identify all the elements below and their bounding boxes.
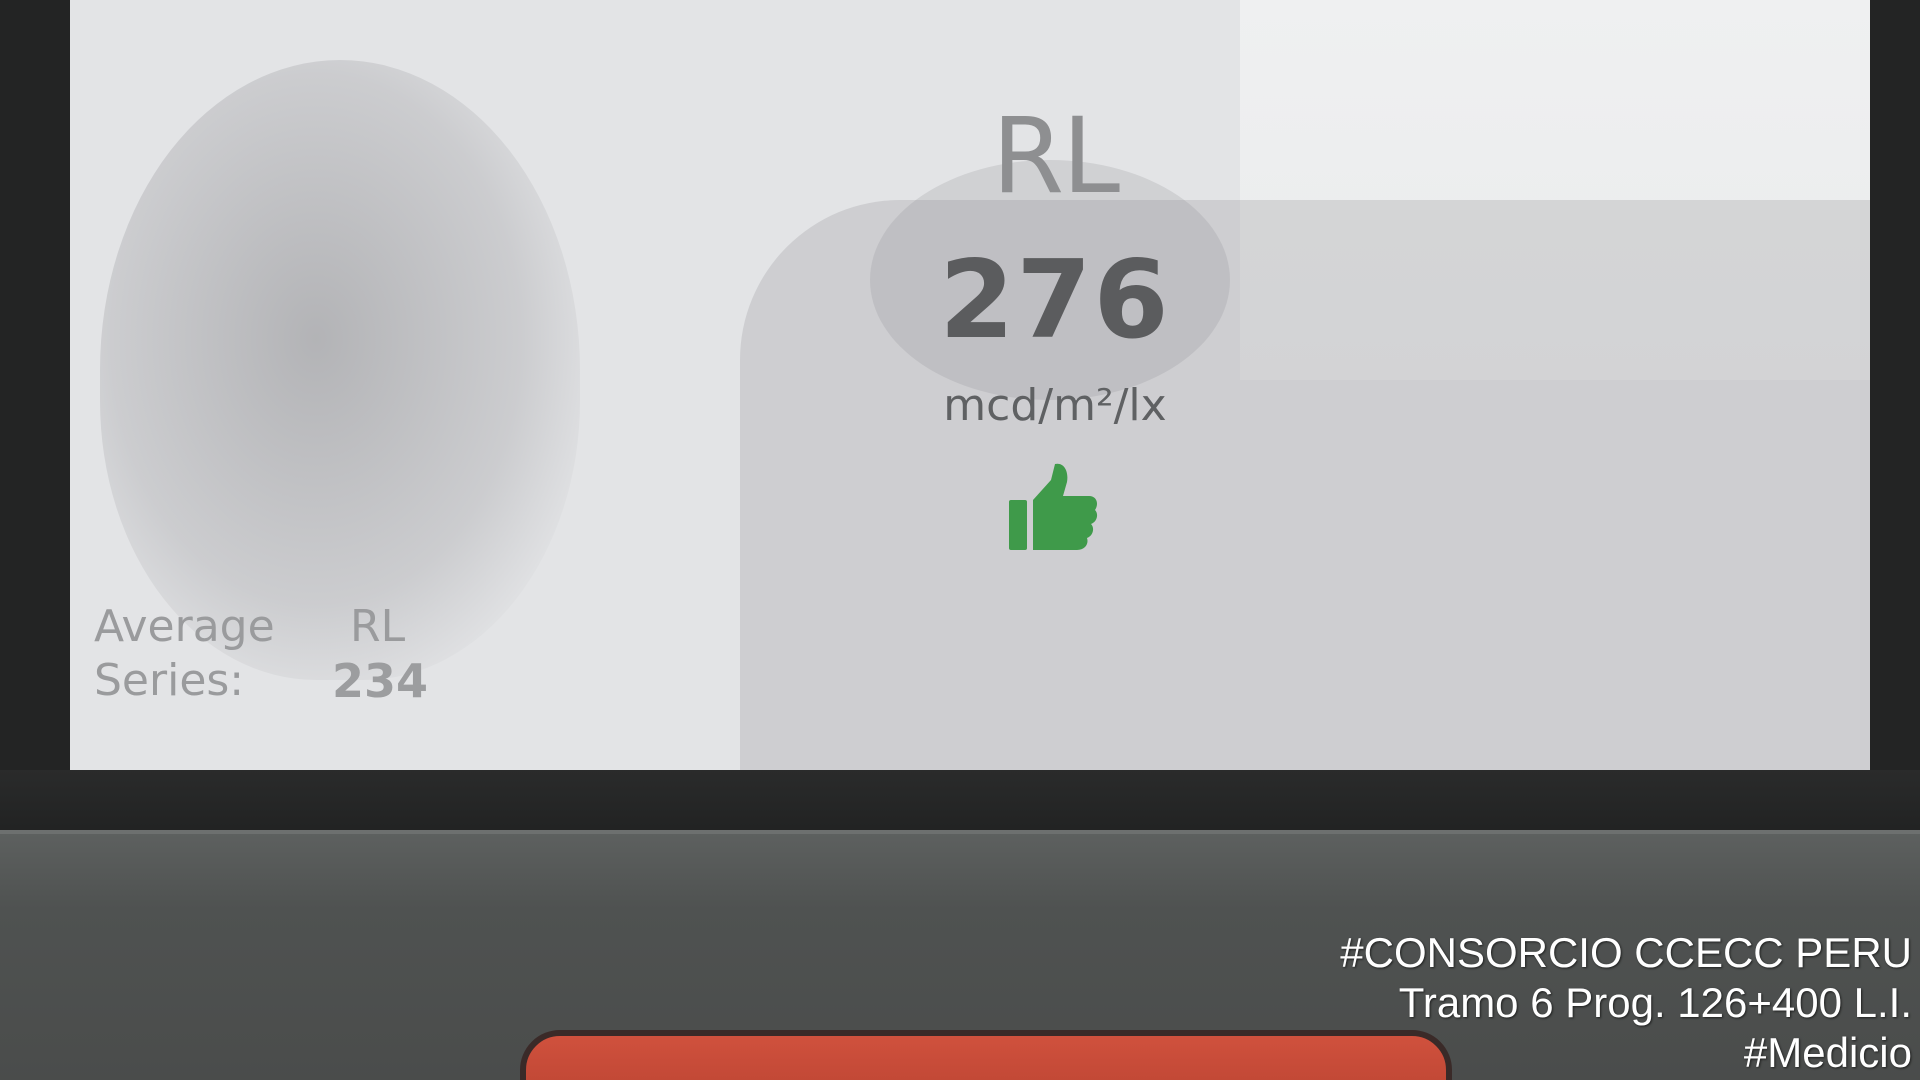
photo: RL 276 mcd/m²/lx Average Series: RL 234 …: [0, 0, 1920, 1080]
shadow-head: [100, 60, 580, 680]
watermark-line3: #Medicio: [1743, 1029, 1912, 1076]
watermark-line2: Tramo 6 Prog. 126+400 L.I.: [1398, 979, 1912, 1026]
red-device-button: [520, 1030, 1452, 1080]
average-label-line2: Series:: [94, 655, 245, 706]
photo-watermark: #CONSORCIO CCECC PERU Tramo 6 Prog. 126+…: [1340, 928, 1912, 1078]
average-measure-label: RL: [350, 601, 406, 652]
measure-unit: mcd/m²/lx: [943, 380, 1167, 431]
average-label: Average Series:: [94, 600, 275, 708]
average-label-line1: Average: [94, 601, 275, 652]
thumbs-up-icon: [1009, 463, 1098, 550]
average-value: 234: [332, 654, 429, 708]
measure-label: RL: [991, 95, 1120, 217]
measure-value: 276: [939, 238, 1171, 363]
lcd-screen: RL 276 mcd/m²/lx Average Series: RL 234: [70, 0, 1870, 770]
watermark-line1: #CONSORCIO CCECC PERU: [1340, 929, 1912, 976]
